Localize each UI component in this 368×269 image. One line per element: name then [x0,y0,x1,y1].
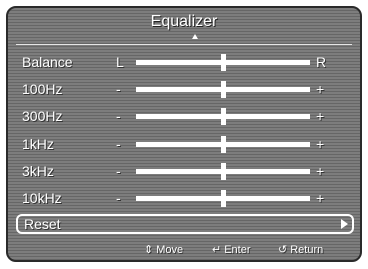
slider-knob[interactable] [221,136,226,153]
footer-move-label: Move [156,244,184,256]
row-label: Balance [22,54,73,70]
row-left-marker: - [116,81,121,97]
row-right-marker: + [316,163,325,179]
row-left-marker: - [116,108,121,124]
footer-return: ↺ Return [278,244,323,256]
row-label: 300Hz [22,108,63,124]
row-left-marker: L [116,54,124,70]
slider-knob[interactable] [221,54,226,71]
eq-row-3khz[interactable]: 3kHz - + [16,159,354,183]
updown-arrows-icon: ⇕ [144,244,154,256]
row-right-marker: R [316,54,327,70]
row-left-marker: - [116,163,121,179]
slider-knob[interactable] [221,108,226,125]
eq-row-10khz[interactable]: 10kHz - + [16,186,354,210]
row-label: 10kHz [22,190,62,206]
eq-row-1khz[interactable]: 1kHz - + [16,132,354,156]
footer-enter: ↵ Enter [212,244,251,256]
row-label: 100Hz [22,81,63,97]
slider-knob[interactable] [221,81,226,98]
row-label: 1kHz [22,136,54,152]
play-right-arrow-icon [341,219,348,229]
reset-button[interactable]: Reset [16,214,354,234]
row-right-marker: + [316,136,325,152]
row-label: 3kHz [22,163,54,179]
enter-icon: ↵ [212,244,222,256]
equalizer-panel: Equalizer Balance L R 100Hz - + 300Hz - … [6,6,362,262]
footer-help-bar: ⇕ Move ↵ Enter ↺ Return [6,240,362,262]
footer-move: ⇕ Move [144,244,183,256]
eq-row-300hz[interactable]: 300Hz - + [16,104,354,128]
eq-row-100hz[interactable]: 100Hz - + [16,77,354,101]
row-right-marker: + [316,108,325,124]
slider-knob[interactable] [221,163,226,180]
tv-osd-screen: Equalizer Balance L R 100Hz - + 300Hz - … [0,0,368,269]
eq-row-balance[interactable]: Balance L R [16,50,354,74]
title-divider [16,44,352,45]
row-right-marker: + [316,190,325,206]
footer-enter-label: Enter [224,244,251,256]
scroll-up-arrow-icon [192,34,198,39]
slider-knob[interactable] [221,190,226,207]
row-right-marker: + [316,81,325,97]
menu-title: Equalizer [150,13,218,30]
row-left-marker: - [116,190,121,206]
footer-return-label: Return [290,244,324,256]
row-left-marker: - [116,136,121,152]
return-icon: ↺ [278,244,288,256]
reset-label: Reset [24,216,61,232]
